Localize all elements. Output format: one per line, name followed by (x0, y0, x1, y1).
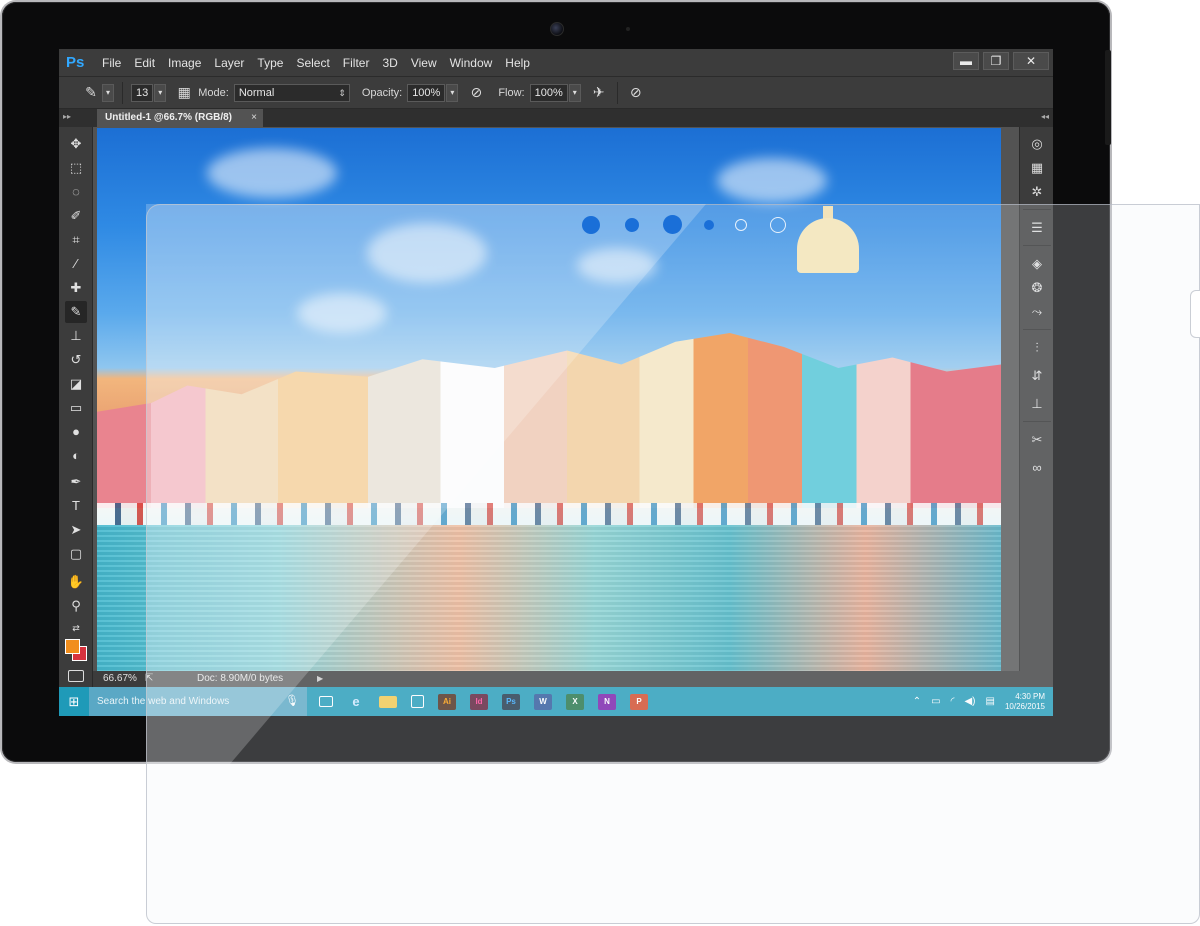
hand-tool-icon[interactable]: ✋ (65, 571, 87, 593)
cloud (207, 148, 337, 198)
eraser-tool-icon[interactable]: ◪ (65, 373, 87, 395)
menu-filter[interactable]: Filter (343, 49, 370, 77)
crop-tool-icon[interactable]: ⌗ (65, 229, 87, 251)
cutout-dot (625, 218, 639, 232)
swatches-panel-icon[interactable]: ▦ (1026, 157, 1048, 179)
brush-preset-icon[interactable]: ✎ (81, 84, 101, 101)
quick-mask-icon[interactable] (68, 670, 84, 682)
cutout-dot (704, 220, 714, 230)
healing-brush-tool-icon[interactable]: ✚ (65, 277, 87, 299)
opacity-label: Opacity: (361, 86, 403, 99)
document-tab-row: ▸▸ Untitled-1 @66.7% (RGB/8) × ◂◂ (59, 109, 1053, 127)
document-tab-close-icon[interactable]: × (251, 109, 257, 127)
flow-field[interactable]: 100% (529, 83, 568, 102)
menu-edit[interactable]: Edit (134, 49, 155, 77)
rectangle-tool-icon[interactable]: ▢ (65, 543, 87, 565)
opacity-dropdown-icon[interactable]: ▾ (446, 83, 459, 102)
menu-view[interactable]: View (411, 49, 437, 77)
windows-start-icon[interactable]: ⊞ (59, 687, 89, 716)
menu-type[interactable]: Type (257, 49, 283, 77)
pressure-opacity-icon[interactable]: ⊘ (466, 84, 486, 101)
menu-layer[interactable]: Layer (214, 49, 244, 77)
zoom-level[interactable]: 66.67% (103, 671, 137, 687)
path-selection-tool-icon[interactable]: ➤ (65, 519, 87, 541)
airbrush-icon[interactable]: ✈ (589, 84, 609, 101)
eyedropper-tool-icon[interactable]: ⁄ (65, 253, 87, 275)
flow-dropdown-icon[interactable]: ▾ (568, 83, 581, 102)
foreground-color-swatch[interactable] (65, 639, 80, 654)
flow-label: Flow: (498, 86, 525, 99)
opacity-field[interactable]: 100% (407, 83, 446, 102)
brush-panel-toggle-icon[interactable]: ▦ (174, 84, 194, 101)
menu-help[interactable]: Help (505, 49, 530, 77)
swap-colors-icon[interactable]: ⇄ (65, 617, 87, 639)
dodge-tool-icon[interactable]: ◐ (65, 445, 87, 467)
pen-tool-icon[interactable]: ✒ (65, 471, 87, 493)
zoom-tool-icon[interactable]: ⚲ (65, 595, 87, 617)
mode-select[interactable]: Normal (233, 83, 350, 102)
mode-label: Mode: (198, 86, 229, 99)
history-brush-tool-icon[interactable]: ↺ (65, 349, 87, 371)
collapse-panels-icon[interactable]: ◂◂ (1041, 112, 1049, 121)
protector-edge-notch (1190, 290, 1200, 338)
close-button[interactable]: ✕ (1013, 52, 1049, 70)
brush-tool-icon[interactable]: ✎ (65, 301, 87, 323)
move-tool-icon[interactable]: ✥ (65, 133, 87, 155)
document-tab-title: Untitled-1 @66.7% (RGB/8) (105, 112, 232, 123)
window-controls: ▬ ❐ ✕ (953, 52, 1049, 70)
menu-3d[interactable]: 3D (382, 49, 397, 77)
cutout-dot (735, 219, 747, 231)
document-tab[interactable]: Untitled-1 @66.7% (RGB/8) × (97, 109, 263, 127)
pressure-size-icon[interactable]: ⊘ (626, 84, 646, 101)
clone-stamp-tool-icon[interactable]: ⊥ (65, 325, 87, 347)
menu-image[interactable]: Image (168, 49, 201, 77)
photoshop-logo: Ps (66, 53, 85, 71)
blur-tool-icon[interactable]: ● (65, 421, 87, 443)
tool-options-bar: ✎ ▾ 13 ▾ ▦ Mode: Normal Opacity: 100% ▾ … (59, 77, 1053, 109)
front-camera (550, 22, 564, 36)
tools-panel: ✥ ⬚ ◌ ✐ ⌗ ⁄ ✚ ✎ ⊥ ↺ ◪ ▭ ● ◐ ✒ T ➤ ▢ ✋ ⚲ … (59, 127, 93, 687)
brush-size-dropdown-icon[interactable]: ▾ (154, 83, 167, 102)
brush-size-field[interactable]: 13 (131, 83, 154, 102)
side-button (1105, 50, 1111, 145)
type-tool-icon[interactable]: T (65, 495, 87, 517)
brush-preset-dropdown-icon[interactable]: ▾ (102, 83, 114, 102)
cloud (717, 158, 827, 203)
options-divider (616, 81, 618, 104)
cutout-dot (663, 215, 682, 234)
cutout-dot (582, 216, 600, 234)
marquee-tool-icon[interactable]: ⬚ (65, 157, 87, 179)
collapse-tools-icon[interactable]: ▸▸ (63, 112, 71, 121)
cutout-dot (770, 217, 786, 233)
quick-selection-tool-icon[interactable]: ✐ (65, 205, 87, 227)
gradient-tool-icon[interactable]: ▭ (65, 397, 87, 419)
menu-select[interactable]: Select (296, 49, 329, 77)
light-sensor (626, 27, 630, 31)
3d-panel-icon[interactable]: ◎ (1026, 133, 1048, 155)
adjustments-panel-icon[interactable]: ✲ (1026, 181, 1048, 203)
menu-file[interactable]: File (102, 49, 121, 77)
photoshop-menubar: Ps File Edit Image Layer Type Select Fil… (59, 49, 1053, 77)
sensor-cutout-dots (580, 212, 800, 238)
options-divider (122, 81, 123, 104)
restore-button[interactable]: ❐ (983, 52, 1009, 70)
menu-window[interactable]: Window (450, 49, 493, 77)
lasso-tool-icon[interactable]: ◌ (65, 181, 87, 203)
minimize-button[interactable]: ▬ (953, 52, 979, 70)
